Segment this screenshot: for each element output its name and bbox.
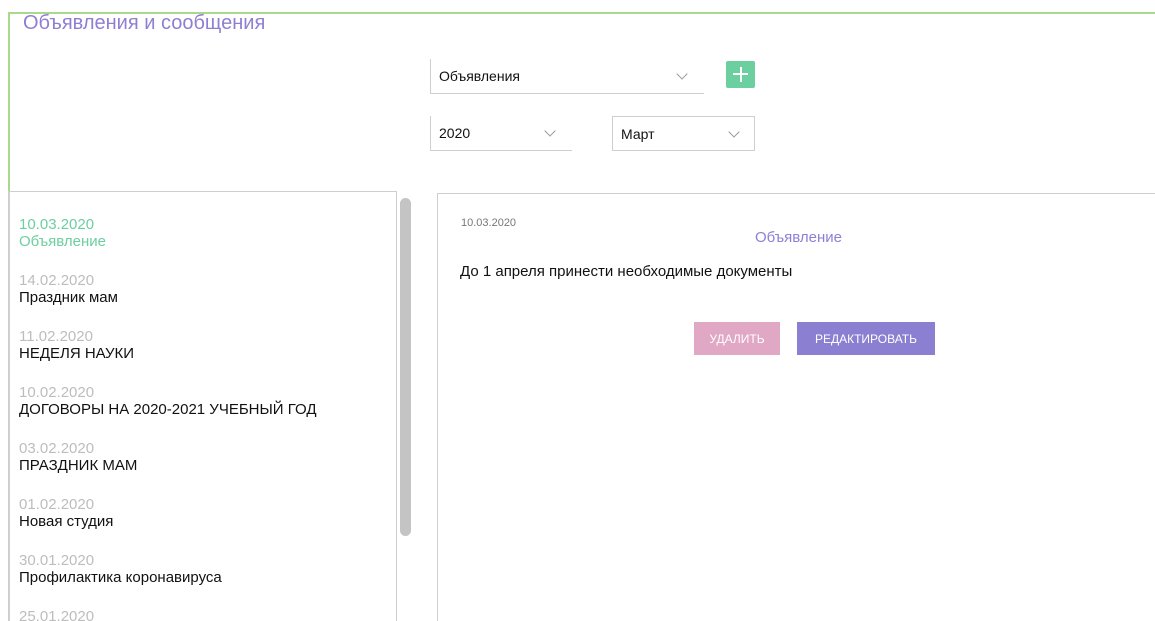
list-item[interactable]: 25.01.2020 — [19, 608, 94, 621]
list-item-title: ДОГОВОРЫ НА 2020-2021 УЧЕБНЫЙ ГОД — [19, 401, 317, 418]
plus-icon-vertical — [739, 67, 742, 82]
chevron-down-icon — [728, 125, 740, 138]
list-item-date: 14.02.2020 — [19, 272, 95, 289]
list-item-title: Профилактика коронавируса — [19, 569, 222, 586]
list-item[interactable]: 10.03.2020 Объявление — [19, 216, 106, 250]
list-item[interactable]: 30.01.2020 Профилактика коронавируса — [19, 552, 222, 586]
list-item-date: 10.02.2020 — [19, 384, 95, 401]
list-item-title: ПРАЗДНИК МАМ — [19, 457, 138, 474]
list-scrollbar[interactable] — [400, 198, 411, 536]
month-select-value: Март — [621, 125, 655, 142]
detail-date: 10.03.2020 — [461, 217, 517, 229]
frame-left-border — [8, 12, 10, 192]
list-item-date: 25.01.2020 — [19, 608, 95, 621]
list-item-date: 11.02.2020 — [19, 328, 93, 345]
list-item-date: 30.01.2020 — [19, 552, 95, 569]
list-item-date: 10.03.2020 — [19, 216, 95, 233]
list-item-date: 01.02.2020 — [19, 496, 95, 513]
announcement-list: 10.03.2020 Объявление 14.02.2020 Праздни… — [8, 191, 397, 621]
list-item-title: Праздник мам — [19, 289, 118, 306]
list-item[interactable]: 10.02.2020 ДОГОВОРЫ НА 2020-2021 УЧЕБНЫЙ… — [19, 384, 317, 418]
list-item[interactable]: 01.02.2020 Новая студия — [19, 496, 113, 530]
year-select[interactable]: 2020 — [430, 116, 572, 151]
month-select[interactable]: Март — [612, 116, 755, 151]
chevron-down-icon — [544, 125, 556, 137]
type-select[interactable]: Объявления — [430, 59, 704, 94]
year-select-value: 2020 — [439, 125, 471, 141]
list-item-title: Новая студия — [19, 513, 114, 530]
add-button[interactable] — [726, 61, 755, 88]
chevron-down-icon — [676, 68, 688, 80]
list-item-title: НЕДЕЛЯ НАУКИ — [19, 345, 135, 362]
detail-type: Объявление — [755, 229, 842, 246]
delete-button[interactable]: УДАЛИТЬ — [694, 322, 780, 355]
list-item-title: Объявление — [19, 233, 106, 250]
list-item[interactable]: 14.02.2020 Праздник мам — [19, 272, 118, 306]
list-item-date: 03.02.2020 — [19, 440, 95, 457]
list-item[interactable]: 11.02.2020 НЕДЕЛЯ НАУКИ — [19, 328, 134, 362]
type-select-value: Объявления — [439, 68, 520, 84]
announcement-detail: 10.03.2020 Объявление До 1 апреля принес… — [437, 193, 1155, 621]
edit-button[interactable]: РЕДАКТИРОВАТЬ — [797, 322, 935, 355]
list-item[interactable]: 03.02.2020 ПРАЗДНИК МАМ — [19, 440, 137, 474]
detail-body: До 1 апреля принести необходимые докумен… — [460, 263, 793, 280]
page-title: Объявления и сообщения — [23, 12, 266, 34]
